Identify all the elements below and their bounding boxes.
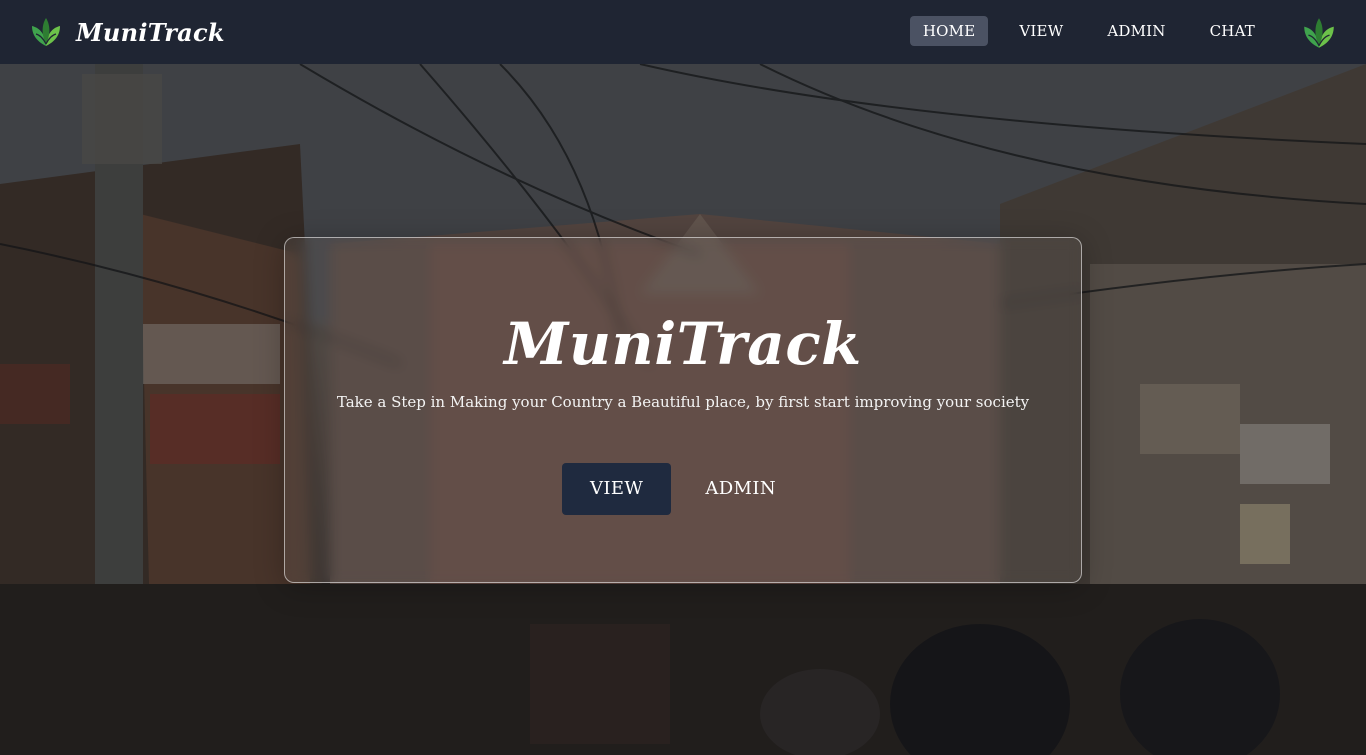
hero-button-group: VIEW ADMIN bbox=[285, 463, 1081, 515]
hero-admin-button[interactable]: ADMIN bbox=[677, 463, 804, 515]
hero-subtitle: Take a Step in Making your Country a Bea… bbox=[336, 393, 1030, 411]
top-navbar: MuniTrack HOME VIEW ADMIN CHAT bbox=[0, 0, 1366, 64]
nav-home-link[interactable]: HOME bbox=[909, 16, 989, 46]
nav-chat-link[interactable]: CHAT bbox=[1197, 16, 1268, 46]
hero-card: MuniTrack Take a Step in Making your Cou… bbox=[284, 237, 1082, 583]
hero-title: MuniTrack bbox=[504, 310, 862, 378]
leaf-logo-icon bbox=[32, 18, 60, 46]
nav-menu: HOME VIEW ADMIN CHAT bbox=[909, 16, 1268, 46]
nav-view-link[interactable]: VIEW bbox=[1006, 16, 1076, 46]
brand-name: MuniTrack bbox=[76, 17, 225, 47]
hero-view-button[interactable]: VIEW bbox=[561, 463, 672, 515]
leaf-logo-icon[interactable] bbox=[1300, 14, 1338, 52]
brand-home-link[interactable]: MuniTrack bbox=[28, 14, 225, 50]
nav-admin-link[interactable]: ADMIN bbox=[1094, 16, 1178, 46]
